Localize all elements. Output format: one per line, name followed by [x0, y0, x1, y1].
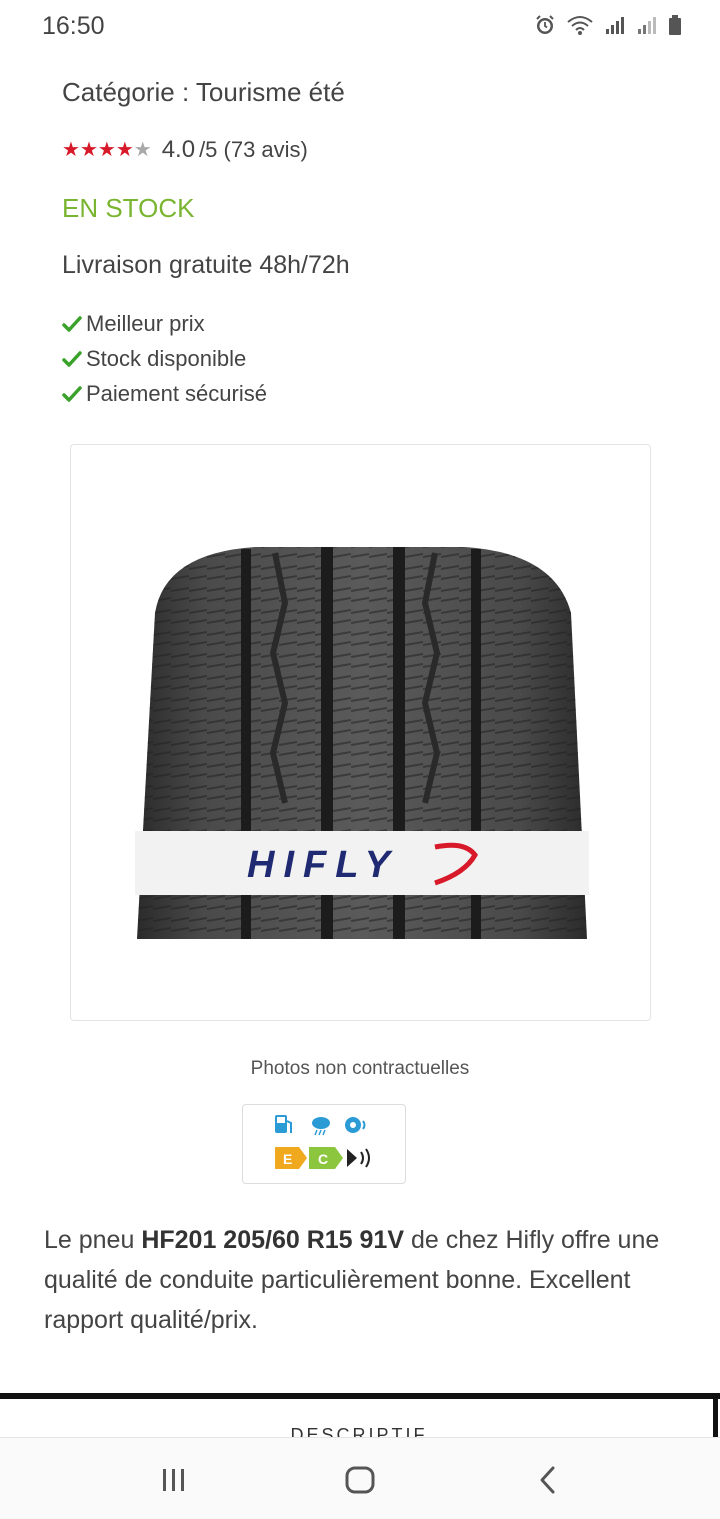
check-icon [62, 385, 82, 402]
noise-level-icon [347, 1148, 370, 1168]
svg-text:E: E [283, 1151, 292, 1167]
fuel-class-badge: E [275, 1147, 307, 1169]
back-icon [540, 1466, 555, 1494]
description-prefix: Le pneu [44, 1226, 142, 1254]
product-image-card[interactable]: HIFLY [70, 444, 651, 1021]
star-icon: ★ [97, 139, 116, 161]
star-empty-icon: ★ [133, 139, 152, 161]
tire-image: HIFLY [135, 547, 589, 939]
photo-disclaimer: Photos non contractuelles [250, 1058, 470, 1079]
product-rating[interactable]: ★ ★ ★ ★ ★ 4.0 /5 (73 avis) [62, 136, 308, 164]
home-button[interactable] [340, 1462, 380, 1498]
wifi-icon [567, 16, 593, 35]
star-icon: ★ [79, 139, 98, 161]
recent-apps-icon [163, 1469, 184, 1491]
back-button[interactable] [528, 1462, 568, 1498]
check-icon [62, 350, 82, 367]
recent-apps-button[interactable] [154, 1462, 194, 1498]
signal-icon [606, 17, 624, 34]
product-model: HF201 205/60 R15 91V [141, 1226, 405, 1254]
product-description: Le pneu HF201 205/60 R15 91V de chez Hif… [44, 1220, 684, 1340]
star-icon: ★ [62, 139, 80, 161]
perk-label: Stock disponible [86, 345, 247, 371]
stock-status: EN STOCK [62, 193, 195, 223]
check-icon [62, 315, 82, 332]
delivery-info: Livraison gratuite 48h/72h [62, 251, 350, 279]
eu-tire-label[interactable]: E C [242, 1104, 406, 1184]
wet-grip-class-badge: C [309, 1147, 343, 1169]
battery-icon [669, 15, 681, 35]
perk-label: Meilleur prix [86, 310, 205, 336]
status-time: 16:50 [42, 12, 105, 40]
rating-stars: ★ ★ ★ ★ ★ [62, 139, 152, 161]
perks-list: Meilleur prix Stock disponible Paiement … [62, 306, 267, 411]
home-icon [345, 1466, 375, 1494]
product-page: 16:50 Catégorie: Tourisme été ★ ★ ★ ★ ★… [0, 0, 720, 1519]
tab-description[interactable]: DESCRIPTIF [0, 1399, 718, 1439]
svg-text:C: C [318, 1151, 328, 1167]
noise-icon [345, 1117, 366, 1133]
rating-count: /5 (73 avis) [199, 137, 308, 162]
alarm-icon [536, 15, 554, 34]
product-category: Catégorie : Tourisme été [62, 77, 345, 107]
list-item: Paiement sécurisé [62, 376, 267, 411]
perk-label: Paiement sécurisé [86, 380, 267, 406]
fuel-pump-icon [275, 1115, 292, 1133]
status-icons [534, 14, 682, 36]
status-bar: 16:50 [0, 0, 720, 54]
list-item: Stock disponible [62, 341, 267, 376]
system-nav-bar [0, 1437, 720, 1519]
rating-score: 4.0 [161, 136, 196, 163]
star-icon: ★ [115, 139, 134, 161]
list-item: Meilleur prix [62, 306, 267, 341]
brand-logo: HIFLY [247, 844, 399, 886]
signal-icon-2 [638, 17, 656, 34]
wet-grip-icon [312, 1117, 330, 1136]
